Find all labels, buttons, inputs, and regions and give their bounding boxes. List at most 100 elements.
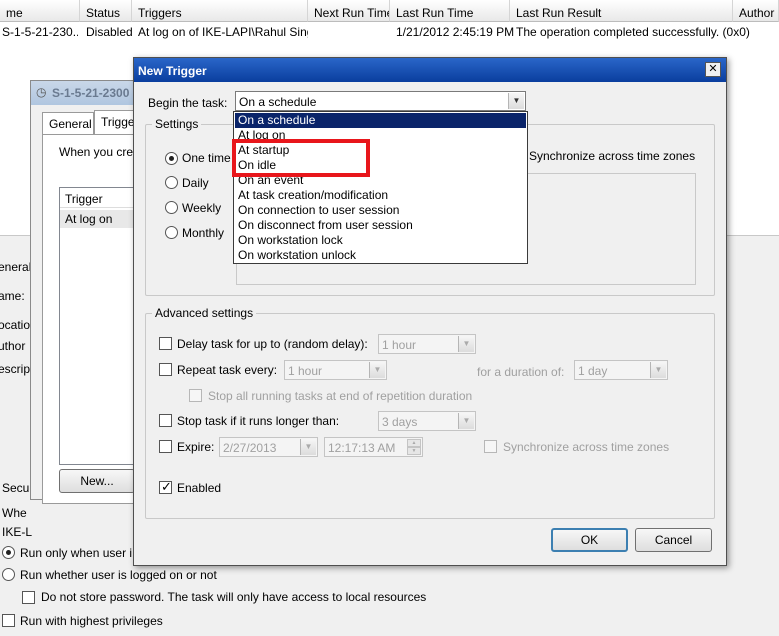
expire-label: Expire: [177, 440, 215, 454]
repeat-task-checkbox[interactable] [159, 363, 172, 376]
monthly-radio[interactable] [165, 226, 178, 239]
repeat-task-value: 1 hour [288, 364, 323, 378]
column-header-last-result[interactable]: Last Run Result [510, 0, 733, 22]
option-on-connection[interactable]: On connection to user session [235, 203, 526, 218]
begin-task-dropdown-list[interactable]: On a schedule At log on At startup On id… [233, 111, 528, 264]
new-trigger-title: New Trigger [138, 64, 207, 78]
column-header-name[interactable]: me [0, 0, 80, 22]
spin-up-icon[interactable]: ▲ [407, 439, 421, 447]
stop-all-checkbox[interactable] [189, 389, 202, 402]
triggers-list-header[interactable]: Trigger [60, 188, 138, 208]
option-on-workstation-unlock[interactable]: On workstation unlock [235, 248, 526, 263]
advanced-settings-legend: Advanced settings [152, 306, 257, 320]
when-label: Whe [2, 506, 27, 520]
do-not-store-checkbox[interactable] [22, 591, 35, 604]
task-last-run: 1/21/2012 2:45:19 PM [396, 25, 515, 39]
settings-legend: Settings [152, 117, 202, 131]
stop-longer-value: 3 days [382, 415, 418, 429]
create-task-titlebar: ◷ S-1-5-21-2300 [31, 81, 149, 105]
begin-task-select[interactable]: On a schedule ▼ [235, 91, 526, 111]
option-on-a-schedule[interactable]: On a schedule [235, 113, 526, 128]
chevron-down-icon[interactable]: ▼ [458, 336, 474, 352]
task-row[interactable]: S-1-5-21-230... Disabled At log on of IK… [0, 22, 779, 40]
task-name: S-1-5-21-230... [2, 25, 78, 39]
expire-sync-checkbox[interactable] [484, 440, 497, 453]
monthly-label: Monthly [182, 226, 225, 240]
sync-time-zones-label: Synchronize across time zones [529, 149, 696, 163]
enabled-label: Enabled [177, 481, 222, 495]
task-status: Disabled [86, 25, 133, 39]
expire-time-picker[interactable]: 12:17:13 AM ▲ ▼ [324, 437, 423, 457]
time-spinner[interactable]: ▲ ▼ [407, 439, 421, 455]
task-triggers: At log on of IKE-LAPI\Rahul Singla [138, 25, 308, 39]
triggers-intro-text: When you cre [59, 145, 134, 159]
daily-label: Daily [182, 176, 209, 190]
highest-privileges-checkbox[interactable] [2, 614, 15, 627]
name-label: ame: [0, 289, 25, 303]
trigger-item[interactable]: At log on [60, 210, 138, 228]
stop-longer-select[interactable]: 3 days ▼ [378, 411, 476, 431]
task-last-result: The operation completed successfully. (0… [516, 25, 750, 39]
security-label: Secur [2, 481, 34, 495]
advanced-settings-group: Advanced settings Delay task for up to (… [145, 306, 715, 519]
user-label: IKE-L [2, 525, 33, 539]
column-header-status[interactable]: Status [80, 0, 132, 22]
expire-date-picker[interactable]: 2/27/2013 ▼ [219, 437, 318, 457]
duration-select[interactable]: 1 day ▼ [574, 360, 668, 380]
column-header-last-run[interactable]: Last Run Time [390, 0, 510, 22]
delay-task-select[interactable]: 1 hour ▼ [378, 334, 476, 354]
author-label: uthor [0, 339, 26, 353]
triggers-list[interactable]: Trigger At log on [59, 187, 139, 465]
run-whether-label: Run whether user is logged on or not [20, 568, 217, 582]
run-only-radio[interactable] [2, 546, 15, 559]
chevron-down-icon[interactable]: ▼ [369, 362, 385, 378]
chevron-down-icon[interactable]: ▼ [650, 362, 666, 378]
duration-value: 1 day [578, 364, 608, 378]
one-time-radio[interactable] [165, 152, 178, 165]
highest-privileges-label: Run with highest privileges [20, 614, 163, 628]
expire-checkbox[interactable] [159, 440, 172, 453]
triggers-tab-panel: When you cre Trigger At log on New... [42, 134, 139, 504]
location-label: ocatio [0, 318, 31, 332]
run-whether-radio[interactable] [2, 568, 15, 581]
column-header-triggers[interactable]: Triggers [132, 0, 308, 22]
run-only-label: Run only when user i [20, 546, 133, 560]
new-trigger-titlebar: New Trigger ✕ [134, 58, 726, 82]
clock-icon: ◷ [36, 85, 47, 99]
chevron-down-icon[interactable]: ▼ [300, 439, 316, 455]
tab-general[interactable]: General [42, 112, 94, 134]
stop-longer-checkbox[interactable] [159, 414, 172, 427]
option-on-workstation-lock[interactable]: On workstation lock [235, 233, 526, 248]
stop-longer-label: Stop task if it runs longer than: [177, 414, 340, 428]
chevron-down-icon[interactable]: ▼ [458, 413, 474, 429]
delay-task-value: 1 hour [382, 338, 417, 352]
duration-label: for a duration of: [477, 365, 565, 379]
expire-sync-label: Synchronize across time zones [503, 440, 670, 454]
column-header-next-run[interactable]: Next Run Time [308, 0, 390, 22]
spin-down-icon[interactable]: ▼ [407, 447, 421, 455]
chevron-down-icon[interactable]: ▼ [508, 93, 524, 109]
checkmark-icon: ✓ [161, 479, 172, 494]
option-on-disconnect[interactable]: On disconnect from user session [235, 218, 526, 233]
red-highlight-box [232, 139, 370, 177]
repeat-task-label: Repeat task every: [177, 363, 278, 377]
ok-button[interactable]: OK [551, 528, 628, 552]
close-icon[interactable]: ✕ [705, 62, 721, 77]
cancel-button[interactable]: Cancel [635, 528, 712, 552]
weekly-radio[interactable] [165, 201, 178, 214]
one-time-label: One time [182, 151, 231, 165]
option-at-task-creation[interactable]: At task creation/modification [235, 188, 526, 203]
stop-all-label: Stop all running tasks at end of repetit… [208, 389, 473, 403]
description-label: escrip [0, 362, 31, 376]
expire-date-value: 2/27/2013 [223, 441, 277, 455]
new-trigger-button[interactable]: New... [59, 469, 135, 493]
create-task-title: S-1-5-21-2300 [52, 86, 130, 100]
enabled-checkbox[interactable]: ✓ [159, 479, 172, 494]
repeat-task-select[interactable]: 1 hour ▼ [284, 360, 387, 380]
column-header-author[interactable]: Author [733, 0, 779, 22]
delay-task-checkbox[interactable] [159, 337, 172, 350]
tab-general-partial[interactable]: eneral [0, 260, 31, 274]
delay-task-label: Delay task for up to (random delay): [177, 337, 368, 351]
do-not-store-label: Do not store password. The task will onl… [41, 590, 427, 604]
daily-radio[interactable] [165, 176, 178, 189]
